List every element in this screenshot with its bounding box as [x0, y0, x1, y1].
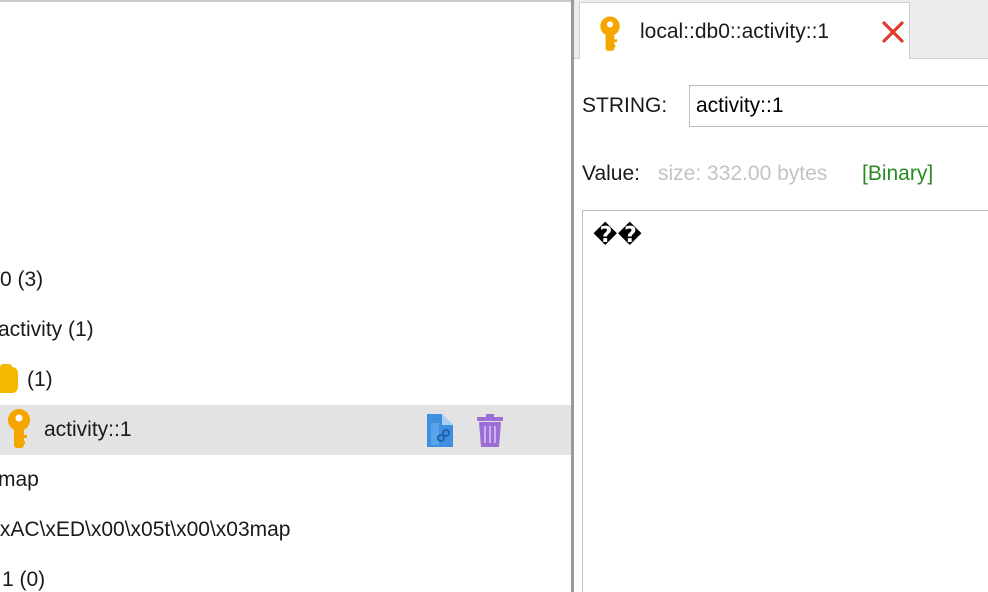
- tree-row-binary-key[interactable]: \xAC\xED\x00\x05t\x00\x03map: [0, 505, 571, 555]
- tree-row-label: 1 (0): [2, 568, 46, 591]
- tree-row-activity-group[interactable]: activity (1): [0, 305, 571, 355]
- tree-row-label: activity::1: [44, 418, 132, 441]
- tab-title: local::db0::activity::1: [640, 20, 830, 43]
- tree-row-map[interactable]: map: [0, 455, 571, 505]
- folder-icon: [0, 364, 18, 393]
- key-icon: [8, 409, 30, 448]
- key-detail-panel: local::db0::activity::1 STRING: Value: s…: [574, 0, 988, 592]
- close-icon[interactable]: [881, 20, 905, 44]
- tab-key-activity-1[interactable]: local::db0::activity::1: [579, 2, 910, 59]
- key-type-label: STRING:: [582, 94, 668, 117]
- tree-row-label: 0 (3): [0, 268, 44, 291]
- document-link-icon[interactable]: [425, 413, 455, 449]
- value-size-text: size: 332.00 bytes: [658, 162, 828, 185]
- tree-row-db1[interactable]: 1 (0): [0, 555, 571, 592]
- value-content: ��: [593, 223, 642, 248]
- tree-row-label: map: [0, 468, 39, 491]
- key-tree-panel: 0 (3) activity (1) (1) activity::1 map \…: [0, 0, 571, 592]
- tree-row-folder[interactable]: (1): [0, 355, 571, 405]
- value-editor[interactable]: ��: [582, 210, 988, 592]
- key-icon: [600, 16, 620, 51]
- key-name-input[interactable]: [689, 85, 988, 127]
- trash-icon[interactable]: [476, 414, 504, 448]
- tree-row-label: activity (1): [0, 318, 94, 341]
- tree-row-label: (1): [27, 368, 53, 391]
- value-format-badge[interactable]: [Binary]: [862, 162, 933, 186]
- value-label: Value:: [582, 162, 640, 185]
- tree-row-label: \xAC\xED\x00\x05t\x00\x03map: [0, 518, 291, 541]
- tree-row-key-activity-1[interactable]: activity::1: [0, 405, 571, 455]
- tree-row-db0[interactable]: 0 (3): [0, 255, 571, 305]
- tab-bar: local::db0::activity::1: [574, 0, 988, 59]
